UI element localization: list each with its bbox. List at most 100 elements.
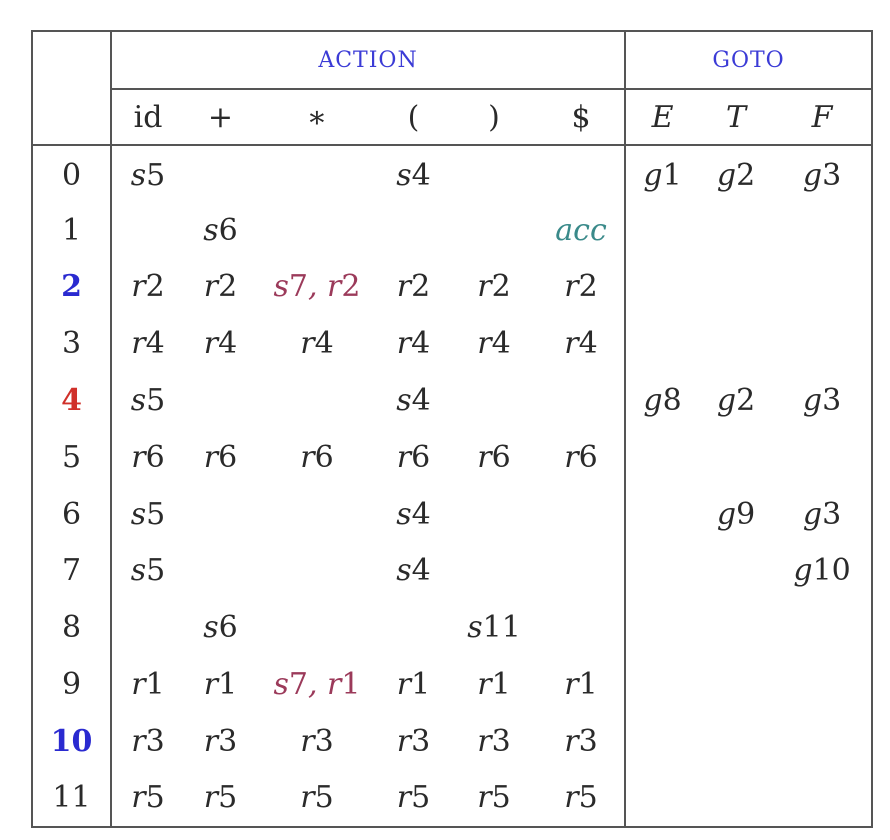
- action-cell: [377, 202, 450, 259]
- goto-cell: g2: [716, 383, 756, 419]
- goto-cell: [773, 315, 874, 373]
- goto-cell: [625, 429, 699, 486]
- action-cell: [538, 542, 627, 600]
- action-cell: r6: [203, 439, 238, 475]
- action-cell: [184, 372, 257, 429]
- table-row: 7 s5 s4 g10: [31, 542, 874, 600]
- action-cell: s5: [130, 496, 166, 532]
- action-cell: [538, 145, 627, 202]
- action-cell: r3: [396, 723, 431, 759]
- goto-cell: [625, 315, 699, 372]
- action-cell: r5: [184, 769, 257, 828]
- action-cell: [257, 202, 377, 259]
- goto-cell: g2: [716, 158, 756, 194]
- action-cell: [184, 145, 257, 202]
- action-cell: r4: [131, 326, 165, 362]
- action-cell: r5: [377, 769, 450, 828]
- table-body: 0 s5 s4 g1 g2 g3 1 s6 acc 2 r2 r2 s7, r2 r2 r2 r2 3 r4 r4 r…: [31, 145, 874, 828]
- action-symbol-header: ∗: [257, 89, 377, 146]
- action-cell: s7, r2: [273, 269, 361, 305]
- state-number: 10: [31, 712, 112, 770]
- action-cell: r1: [396, 667, 431, 703]
- action-cell: [538, 485, 627, 543]
- goto-cell: [699, 599, 773, 656]
- state-number: 0: [31, 145, 112, 202]
- goto-cell: [773, 201, 874, 259]
- action-cell: [111, 202, 184, 259]
- goto-cell: [625, 486, 699, 543]
- action-cell: s4: [396, 553, 431, 589]
- action-symbol-header: ): [450, 89, 538, 146]
- group-header-row: ACTION GOTO: [31, 30, 874, 146]
- action-cell: r6: [300, 439, 334, 475]
- goto-cell: [699, 543, 773, 600]
- goto-cell: [699, 713, 773, 770]
- lr-parse-table: ACTION GOTO id + ∗() $ E T F 0 s5 s4 g1 g2 g3 1 s6 acc…: [31, 30, 874, 828]
- goto-cell: g8: [643, 383, 682, 419]
- table-row: 4 s5 s4 g8 g2 g3: [31, 372, 874, 429]
- symbol-header-row: id + ∗() $ E T F: [32, 89, 874, 146]
- action-cell: s4: [396, 496, 431, 532]
- goto-cell: [625, 713, 699, 770]
- action-cell: [450, 202, 538, 259]
- table-row: 6 s5 s4 g9 g3: [31, 485, 874, 543]
- action-cell: r3: [538, 712, 627, 770]
- action-symbol-header: +: [184, 89, 257, 146]
- state-number: 11: [31, 769, 112, 828]
- action-cell: r2: [538, 258, 627, 316]
- action-cell: r6: [131, 439, 165, 475]
- goto-cell: [773, 599, 874, 657]
- goto-cell: g3: [773, 485, 874, 543]
- action-cell: r4: [203, 326, 238, 362]
- goto-cell: [625, 543, 699, 600]
- table-row: 0 s5 s4 g1 g2 g3: [31, 145, 874, 202]
- action-cell: r6: [477, 439, 511, 475]
- goto-cell: [773, 712, 874, 770]
- action-cell: s4: [396, 158, 431, 194]
- action-cell: r2: [131, 269, 165, 305]
- state-column-header: [31, 30, 112, 146]
- goto-symbol-header: T: [699, 89, 774, 146]
- action-symbol-header: id: [110, 89, 184, 146]
- goto-cell: g1: [643, 158, 682, 194]
- action-cell: r2: [477, 269, 511, 305]
- goto-cell: g3: [773, 145, 874, 202]
- goto-cell: g9: [716, 496, 756, 532]
- lr-parse-table-container: ACTION GOTO id + ∗() $ E T F 0 s5 s4 g1 g2 g3 1 s6 acc…: [31, 30, 874, 828]
- action-cell: [257, 599, 377, 656]
- state-number: 2: [31, 258, 112, 316]
- table-row: 2 r2 r2 s7, r2 r2 r2 r2: [31, 258, 874, 316]
- action-cell: r2: [396, 269, 431, 305]
- state-number: 8: [31, 599, 112, 657]
- action-cell: r1: [203, 667, 238, 703]
- state-number: 1: [31, 201, 112, 259]
- action-cell: r2: [203, 269, 238, 305]
- action-cell: s6: [203, 212, 238, 248]
- state-number: 3: [31, 315, 112, 373]
- action-cell: r1: [477, 667, 511, 703]
- goto-cell: [625, 599, 699, 656]
- action-cell: r5: [257, 769, 377, 828]
- action-cell: [538, 372, 627, 429]
- action-cell: [450, 486, 538, 543]
- action-cell: r3: [477, 723, 511, 759]
- action-cell: r4: [396, 326, 431, 362]
- action-cell: r4: [300, 326, 334, 362]
- goto-cell: [699, 259, 773, 316]
- goto-cell: [625, 769, 700, 828]
- action-cell: [257, 486, 377, 543]
- action-cell: r6: [538, 428, 627, 486]
- action-cell: [257, 145, 377, 202]
- state-number: 6: [31, 485, 112, 543]
- action-cell: s4: [396, 383, 431, 419]
- action-cell: s7, r1: [273, 667, 361, 703]
- action-cell: r4: [477, 326, 511, 362]
- table-row: 3 r4 r4 r4 r4 r4 r4: [31, 315, 874, 373]
- action-cell: [184, 486, 257, 543]
- goto-cell: [699, 429, 773, 486]
- action-cell: r4: [538, 315, 627, 373]
- goto-group-header: GOTO: [625, 30, 874, 90]
- state-number: 5: [31, 428, 112, 486]
- state-number: 4: [31, 372, 112, 429]
- goto-cell: [625, 202, 699, 259]
